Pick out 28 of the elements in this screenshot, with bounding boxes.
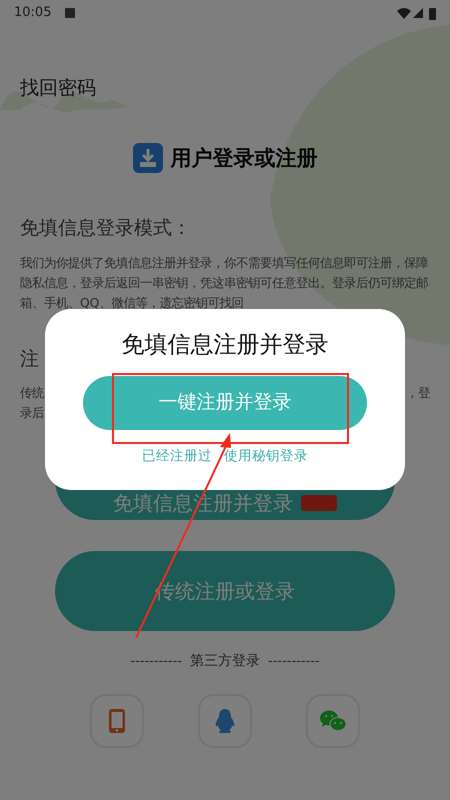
section-heading: 注 [20,346,40,372]
page-title: 用户登录或注册 [170,144,318,172]
chat-bubbles-icon [319,709,347,733]
download-icon [132,143,162,174]
dialog-title: 免填信息注册并登录 [122,331,328,360]
one-click-register-button[interactable]: 一键注册并登录 [83,376,367,430]
section-heading: 免填信息登录模式： [20,216,192,241]
registered-link[interactable]: 已经注册过 [142,446,212,466]
wifi-icon [397,8,411,18]
login-option-button[interactable] [198,694,252,748]
phone-icon [108,708,126,734]
recover-password-link[interactable]: 找回密码 [20,74,96,102]
description-fragment: 录后 [20,405,44,422]
signal-icon [413,8,423,18]
third-party-label: 第三方登录 [190,652,260,671]
description-fragment: ，登 [406,385,430,402]
login-option-button[interactable] [90,694,144,748]
dash-divider: ----------- [268,652,320,671]
description-fragment: 传统 [20,385,44,402]
badge [301,495,337,511]
login-option-button[interactable] [306,694,360,748]
notification-icon [65,8,76,18]
dash-divider: ----------- [130,652,182,671]
section-description: 我们为你提供了免填信息注册并登录，你不需要填写任何信息即可注册，保障隐私信息，登录后返回一串密钥，凭这串密钥可任意登出。登录后仍可绑定邮箱、手机、QQ、微信等，遗忘密钥可找回 [20,254,429,312]
status-time: 10:05 [14,4,52,22]
secret-key-login-link[interactable]: 使用秘钥登录 [224,446,308,466]
battery-icon [429,6,436,20]
penguin-icon [214,708,236,734]
